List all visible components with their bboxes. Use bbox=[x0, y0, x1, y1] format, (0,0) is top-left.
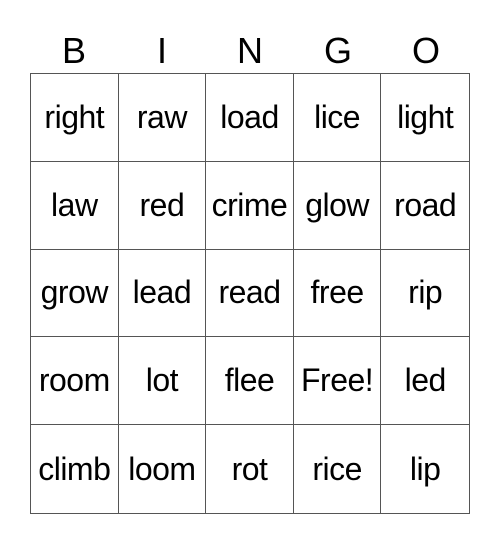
bingo-cell[interactable]: lead bbox=[118, 249, 207, 338]
bingo-cell[interactable]: led bbox=[381, 337, 469, 426]
bingo-cell[interactable]: climb bbox=[31, 425, 119, 513]
header-letter-o: O bbox=[411, 30, 440, 71]
bingo-cell[interactable]: raw bbox=[118, 74, 207, 162]
bingo-cell[interactable]: road bbox=[381, 162, 469, 250]
bingo-cell[interactable]: lice bbox=[293, 74, 382, 162]
header-letter-i: I bbox=[156, 30, 167, 71]
bingo-header: B I N G O bbox=[30, 28, 471, 73]
bingo-cell[interactable]: glow bbox=[293, 161, 382, 250]
header-letter-n: N bbox=[237, 30, 263, 71]
bingo-cell[interactable]: free bbox=[293, 249, 382, 338]
bingo-cell[interactable]: light bbox=[381, 74, 469, 162]
bingo-cell[interactable]: lot bbox=[118, 337, 207, 426]
bingo-cell[interactable]: grow bbox=[31, 249, 119, 338]
free-space-cell[interactable]: Free! bbox=[293, 337, 382, 426]
bingo-cell[interactable]: read bbox=[206, 249, 294, 338]
bingo-cell[interactable]: load bbox=[206, 74, 294, 162]
bingo-cell[interactable]: red bbox=[118, 161, 207, 250]
bingo-cell[interactable]: rot bbox=[206, 425, 294, 513]
bingo-cell[interactable]: loom bbox=[119, 425, 207, 513]
bingo-grid: right raw load lice light law red crime … bbox=[30, 73, 470, 514]
header-letter-g: G bbox=[323, 30, 352, 71]
bingo-cell[interactable]: rice bbox=[294, 425, 382, 513]
bingo-cell[interactable]: lip bbox=[381, 425, 469, 513]
bingo-cell[interactable]: rip bbox=[381, 250, 469, 338]
bingo-cell[interactable]: crime bbox=[206, 161, 294, 250]
bingo-cell[interactable]: right bbox=[31, 74, 119, 162]
header-letter-b: B bbox=[61, 30, 86, 71]
bingo-cell[interactable]: law bbox=[31, 161, 119, 250]
bingo-cell[interactable]: flee bbox=[206, 337, 294, 426]
bingo-cell[interactable]: room bbox=[31, 337, 119, 426]
